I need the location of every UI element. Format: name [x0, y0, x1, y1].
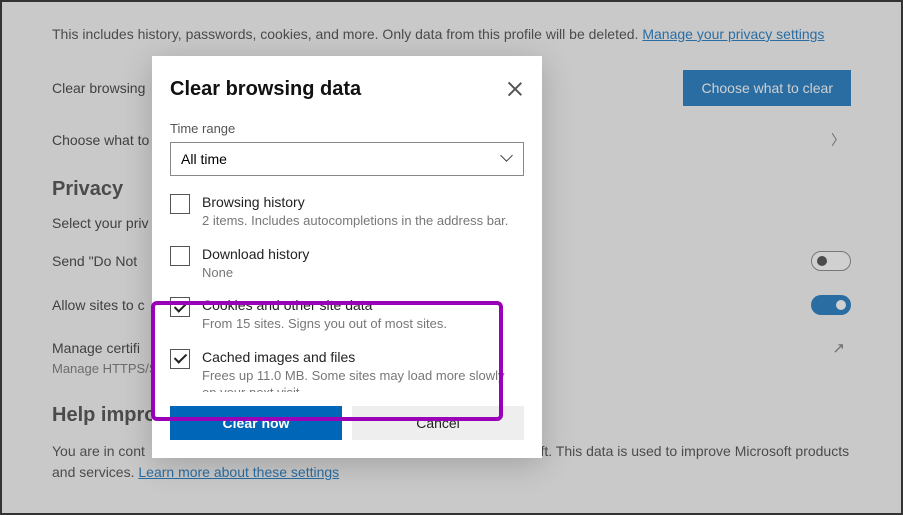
option-desc: None: [202, 264, 309, 282]
option-title: Browsing history: [202, 194, 508, 210]
checkbox-download-history[interactable]: [170, 246, 190, 266]
dialog-title: Clear browsing data: [170, 78, 361, 101]
clear-now-button[interactable]: Clear now: [170, 406, 342, 440]
checkbox-browsing-history[interactable]: [170, 194, 190, 214]
option-cached: Cached images and files Frees up 11.0 MB…: [170, 349, 520, 392]
checkbox-cookies[interactable]: [170, 297, 190, 317]
option-title: Download history: [202, 246, 309, 262]
option-desc: Frees up 11.0 MB. Some sites may load mo…: [202, 367, 520, 392]
option-download-history: Download history None: [170, 246, 520, 282]
chevron-down-icon: [501, 153, 513, 165]
option-desc: 2 items. Includes autocompletions in the…: [202, 212, 508, 230]
time-range-value: All time: [181, 151, 227, 167]
option-desc: From 15 sites. Signs you out of most sit…: [202, 315, 447, 333]
option-title: Cookies and other site data: [202, 297, 447, 313]
clear-browsing-data-dialog: Clear browsing data Time range All time …: [152, 56, 542, 458]
option-cookies: Cookies and other site data From 15 site…: [170, 297, 520, 333]
cancel-button[interactable]: Cancel: [352, 406, 524, 440]
checkbox-cached[interactable]: [170, 349, 190, 369]
option-browsing-history: Browsing history 2 items. Includes autoc…: [170, 194, 520, 230]
time-range-label: Time range: [170, 121, 524, 136]
options-list[interactable]: Browsing history 2 items. Includes autoc…: [170, 194, 524, 392]
close-icon[interactable]: [506, 80, 524, 98]
time-range-select[interactable]: All time: [170, 142, 524, 176]
option-title: Cached images and files: [202, 349, 520, 365]
